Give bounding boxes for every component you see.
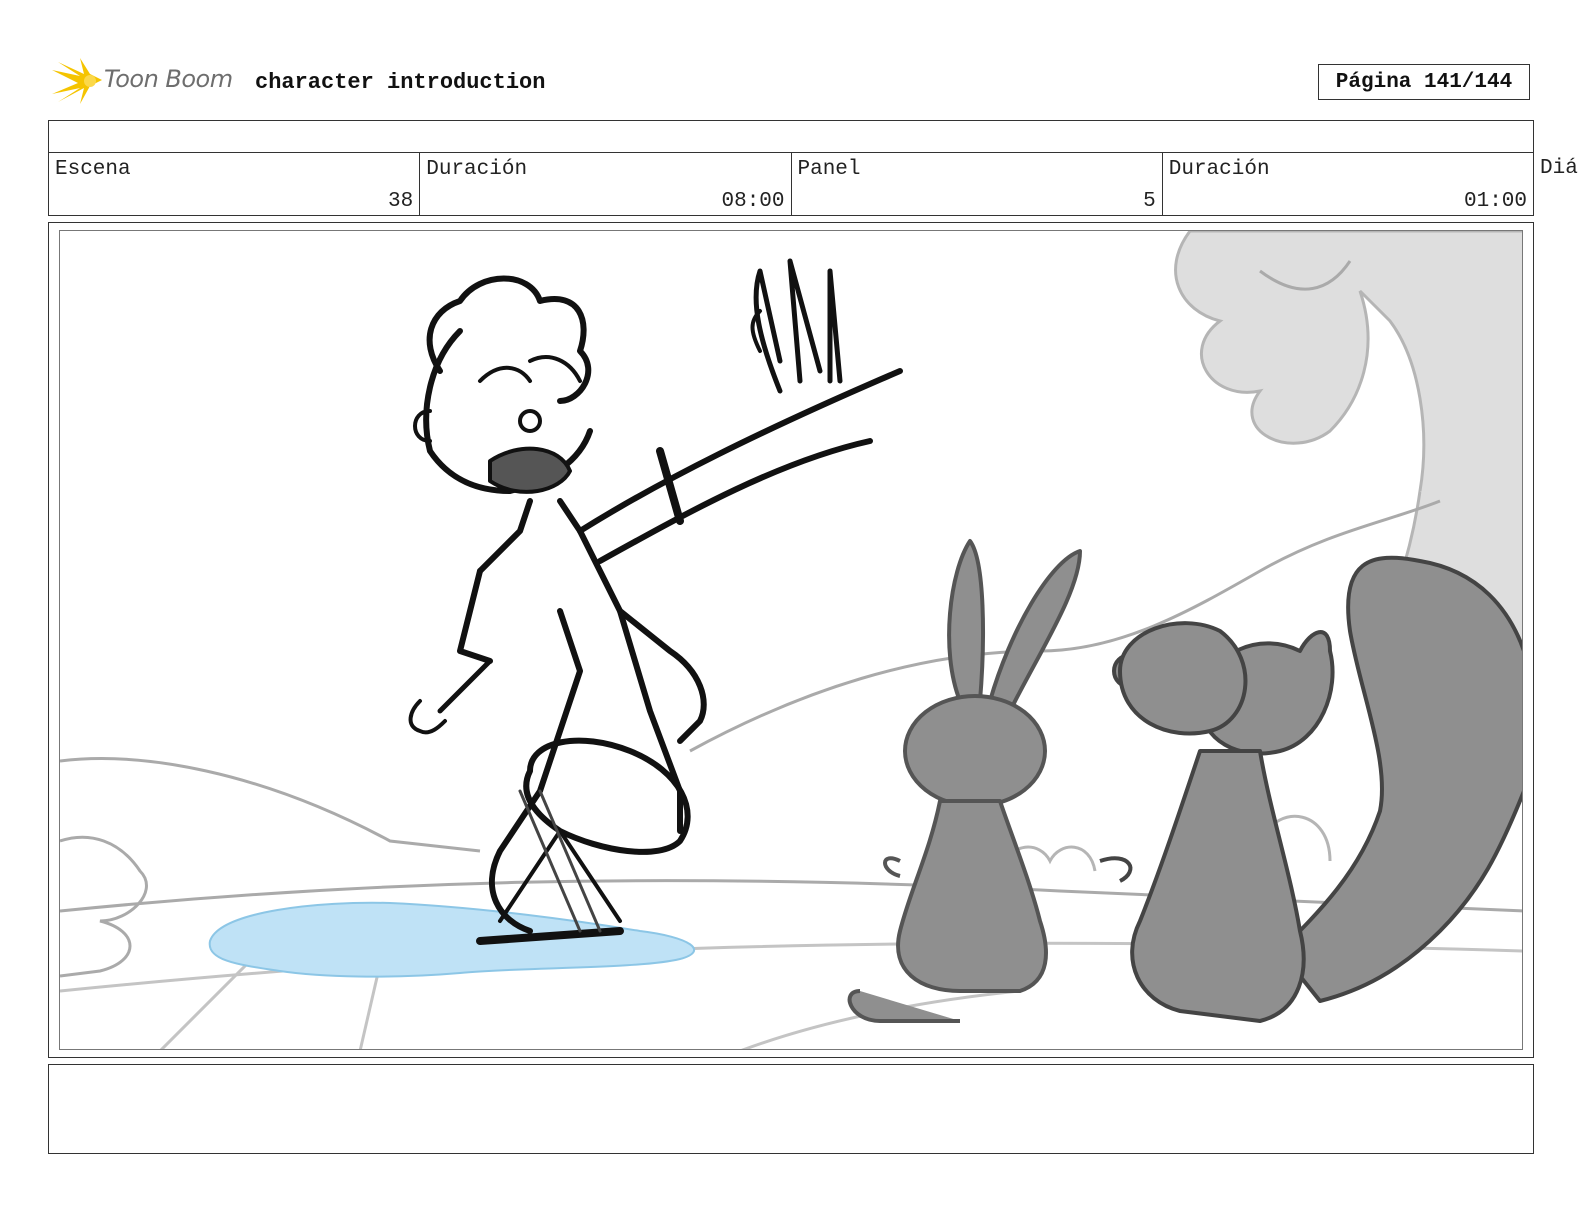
rabbit-sketch: [847, 539, 1082, 1023]
document-title: character introduction: [255, 70, 546, 95]
squirrel-sketch: [1099, 555, 1522, 1023]
scene-duration-value: 08:00: [721, 190, 785, 213]
panel-notes-box: [48, 1064, 1534, 1154]
man-character-sketch: [408, 258, 903, 945]
toon-boom-logo-icon: [52, 58, 102, 104]
header-strip: [48, 120, 1534, 152]
dialogue-label-clipped: Diá: [1540, 157, 1578, 180]
panel-value: 5: [1143, 190, 1156, 213]
panel-duration-value: 01:00: [1463, 190, 1527, 213]
panel-drawing-area: [59, 230, 1523, 1050]
scene-cell: Escena 38: [49, 153, 421, 215]
scene-duration-label: Duración: [426, 158, 528, 181]
panel-duration-cell: Duración 01:00: [1163, 153, 1533, 215]
puddle-sketch: [208, 901, 695, 978]
storyboard-panel: [48, 222, 1534, 1058]
page-number-box: Página 141/144: [1318, 64, 1530, 100]
scene-duration-cell: Duración 08:00: [420, 153, 792, 215]
toon-boom-logo: Toon Boom: [50, 56, 242, 108]
panel-label: Panel: [797, 158, 861, 181]
storyboard-sketch: [60, 231, 1522, 1049]
panel-cell: Panel 5: [792, 153, 1163, 215]
info-table: Escena 38 Duración 08:00 Panel 5 Duració…: [48, 152, 1534, 216]
scene-value: 38: [388, 190, 414, 213]
panel-duration-label: Duración: [1168, 158, 1270, 181]
logo-wordmark: Toon Boom: [104, 65, 233, 93]
scene-label: Escena: [55, 158, 131, 181]
